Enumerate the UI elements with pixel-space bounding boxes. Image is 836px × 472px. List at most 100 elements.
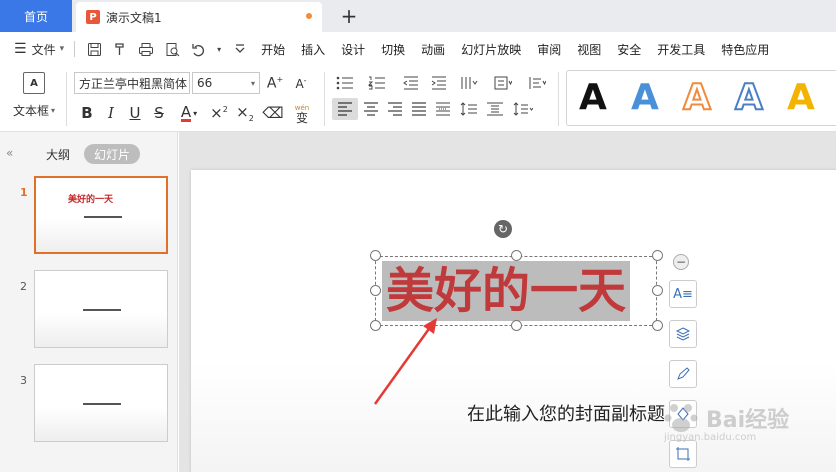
slide-thumbnail-1[interactable]: 美好的一天 bbox=[34, 176, 168, 254]
align-text-button[interactable] bbox=[524, 72, 550, 94]
slide-subtitle[interactable]: 在此输入您的封面副标题 bbox=[467, 400, 665, 426]
font-family-select[interactable]: 方正兰亭中粗黑简体 bbox=[74, 72, 190, 94]
paragraph-settings-button[interactable] bbox=[510, 98, 536, 120]
chevron-down-icon: ▾ bbox=[193, 108, 198, 118]
superscript-button[interactable]: ×2 bbox=[208, 102, 230, 124]
tab-outline[interactable]: 大纲 bbox=[46, 146, 70, 163]
align-left-icon bbox=[338, 102, 352, 116]
text-direction-button[interactable] bbox=[490, 72, 516, 94]
pen-button[interactable] bbox=[669, 360, 697, 388]
menu-item-slideshow[interactable]: 幻灯片放映 bbox=[461, 41, 521, 58]
chevron-down-icon: ▾ bbox=[51, 106, 56, 115]
line-spacing-icon bbox=[460, 102, 477, 116]
phonetic-guide-button[interactable]: wén 变 bbox=[288, 102, 316, 124]
wordart-style-5[interactable]: A bbox=[787, 75, 815, 121]
menu-item-view[interactable]: 视图 bbox=[577, 41, 601, 58]
textbox-label: 文本框 bbox=[12, 104, 49, 118]
document-tab[interactable]: P 演示文稿1 bbox=[76, 2, 322, 32]
undo-dropdown-button[interactable]: ▾ bbox=[214, 39, 224, 59]
save-icon bbox=[87, 42, 101, 56]
menu-item-design[interactable]: 设计 bbox=[341, 41, 365, 58]
decrease-indent-icon bbox=[403, 76, 418, 90]
menu-item-review[interactable]: 审阅 bbox=[537, 41, 561, 58]
wordart-style-4[interactable]: A bbox=[734, 75, 764, 121]
align-right-icon bbox=[388, 102, 402, 116]
textbox-button[interactable]: A 文本框 ▾ bbox=[8, 70, 60, 126]
font-grow-icon: A+ bbox=[266, 74, 284, 92]
subscript-button[interactable]: ×2 bbox=[234, 102, 256, 124]
text-direction-icon bbox=[494, 76, 512, 90]
slide-number: 2 bbox=[20, 280, 27, 293]
menu-item-special[interactable]: 特色应用 bbox=[721, 41, 769, 58]
decrease-font-size-button[interactable]: A- bbox=[290, 72, 312, 94]
format-painter-icon bbox=[114, 42, 124, 55]
thumbnail-subtitle-line bbox=[83, 403, 121, 405]
increase-font-size-button[interactable]: A+ bbox=[264, 72, 286, 94]
format-painter-button[interactable] bbox=[110, 39, 130, 59]
justify-icon bbox=[412, 102, 426, 116]
font-color-icon: A bbox=[180, 102, 192, 122]
slide-thumbnail-3[interactable] bbox=[34, 364, 168, 442]
text-columns-button[interactable] bbox=[456, 72, 482, 94]
menu-item-developer[interactable]: 开发工具 bbox=[657, 41, 705, 58]
bullet-list-icon bbox=[336, 76, 353, 90]
increase-indent-icon bbox=[431, 76, 446, 90]
decrease-indent-button[interactable] bbox=[398, 72, 424, 94]
menu-item-security[interactable]: 安全 bbox=[617, 41, 641, 58]
menu-item-transition[interactable]: 切换 bbox=[381, 41, 405, 58]
print-button[interactable] bbox=[136, 39, 156, 59]
underline-button[interactable]: U bbox=[124, 102, 146, 124]
line-spacing-button[interactable] bbox=[456, 98, 482, 120]
slide-thumbnail-2[interactable] bbox=[34, 270, 168, 348]
text-style-button[interactable]: A≡ bbox=[669, 280, 697, 308]
italic-button[interactable]: I bbox=[100, 102, 122, 124]
thumbnail-subtitle-line bbox=[83, 309, 121, 311]
font-size-select[interactable]: 66 ▾ bbox=[192, 72, 260, 94]
print-preview-button[interactable] bbox=[162, 39, 182, 59]
new-tab-button[interactable]: + bbox=[338, 4, 360, 28]
undo-button[interactable] bbox=[188, 39, 208, 59]
tab-bar: 首页 P 演示文稿1 + bbox=[0, 0, 836, 32]
align-center-button[interactable] bbox=[358, 98, 384, 120]
menu-item-animation[interactable]: 动画 bbox=[421, 41, 445, 58]
save-button[interactable] bbox=[84, 39, 104, 59]
increase-indent-button[interactable] bbox=[426, 72, 452, 94]
align-center-icon bbox=[364, 102, 378, 116]
bold-button[interactable]: B bbox=[76, 102, 98, 124]
divider bbox=[558, 72, 559, 126]
menu-item-start[interactable]: 开始 bbox=[261, 41, 285, 58]
justify-button[interactable] bbox=[406, 98, 432, 120]
home-tab[interactable]: 首页 bbox=[0, 0, 72, 32]
annotation-arrow-icon bbox=[373, 318, 437, 405]
clear-format-button[interactable]: ⌫ bbox=[262, 102, 284, 124]
columns-icon bbox=[461, 77, 478, 89]
bullet-list-button[interactable] bbox=[332, 72, 358, 94]
numbered-list-button[interactable] bbox=[364, 72, 390, 94]
phonetic-char: 变 bbox=[295, 111, 308, 125]
strikethrough-button[interactable]: S bbox=[148, 102, 170, 124]
align-left-button[interactable] bbox=[332, 98, 358, 120]
layers-button[interactable] bbox=[669, 320, 697, 348]
font-color-button[interactable]: A ▾ bbox=[174, 102, 204, 124]
chevron-down-icon: ▾ bbox=[59, 44, 65, 54]
file-menu-button[interactable]: ☰ 文件 ▾ bbox=[14, 41, 64, 58]
wordart-style-2[interactable]: A bbox=[631, 75, 659, 121]
numbered-list-icon bbox=[368, 76, 385, 90]
wordart-style-3[interactable]: A bbox=[682, 75, 712, 121]
collapse-toolbar-button[interactable]: − bbox=[673, 254, 689, 270]
distribute-button[interactable] bbox=[430, 98, 456, 120]
watermark-text: Bai经验 bbox=[706, 408, 790, 433]
collapse-panel-icon[interactable]: « bbox=[6, 146, 13, 160]
align-right-button[interactable] bbox=[382, 98, 408, 120]
divider bbox=[66, 72, 67, 126]
baidu-watermark: Bai经验 jingyan.baidu.com bbox=[656, 400, 836, 460]
menu-item-insert[interactable]: 插入 bbox=[301, 41, 325, 58]
redo-button[interactable] bbox=[230, 39, 250, 59]
file-menu-label: 文件 bbox=[31, 42, 56, 57]
divider bbox=[324, 72, 325, 126]
font-size-value: 66 bbox=[197, 76, 213, 90]
paragraph-spacing-button[interactable] bbox=[482, 98, 508, 120]
wordart-style-1[interactable]: A bbox=[579, 75, 607, 121]
thumbnail-title: 美好的一天 bbox=[68, 195, 114, 205]
tab-slides[interactable]: 幻灯片 bbox=[84, 144, 140, 164]
